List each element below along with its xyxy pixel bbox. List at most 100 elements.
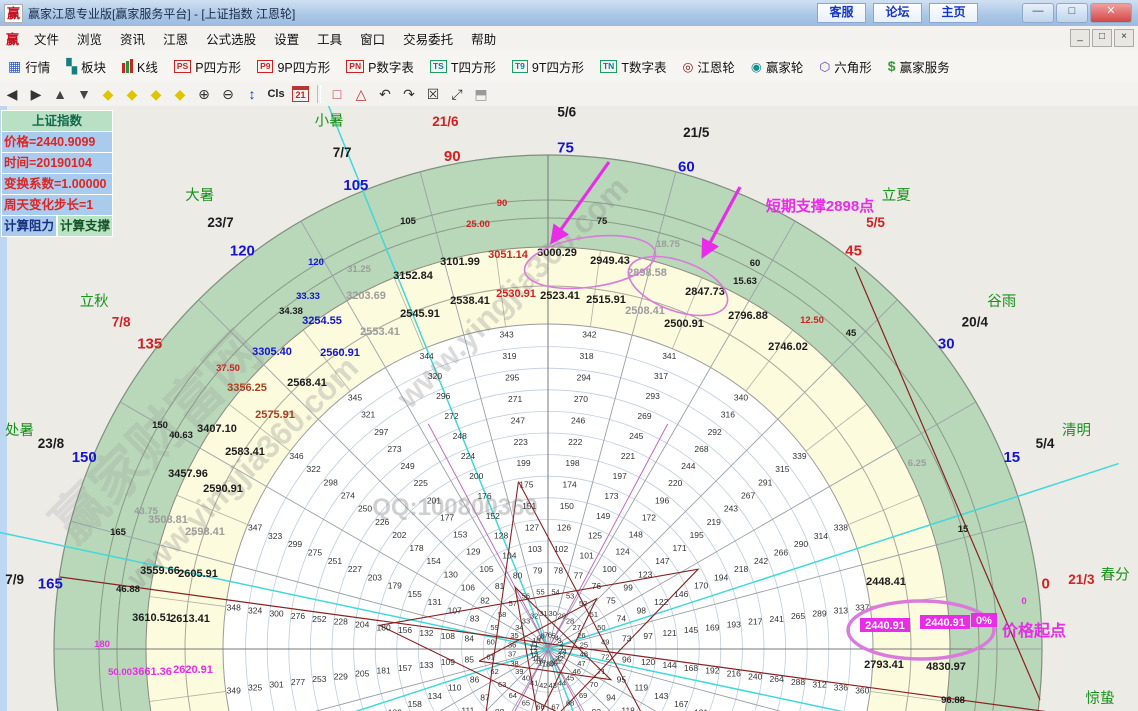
mdi-close-button[interactable]: ×	[1114, 29, 1134, 47]
menu-item-交易委托[interactable]: 交易委托	[394, 26, 462, 51]
svg-text:2598.41: 2598.41	[185, 526, 225, 538]
svg-text:25: 25	[580, 640, 588, 649]
toolbar2-down-triangle-icon[interactable]: ▼	[72, 84, 96, 104]
mdi-restore-button[interactable]: □	[1092, 29, 1112, 47]
toolbar2-screen-icon[interactable]: ⬒	[469, 84, 493, 104]
toolbar-button-T数字表[interactable]: TNT数字表	[592, 54, 674, 79]
toolbar-button-P四方形[interactable]: PSP四方形	[166, 54, 249, 79]
menu-item-工具[interactable]: 工具	[308, 26, 351, 51]
toolbar2-rotate-cw-icon[interactable]: ↷	[397, 84, 421, 104]
toolbar2-box-x-icon[interactable]: ☒	[421, 84, 445, 104]
titlebar-button-论坛[interactable]: 论坛	[873, 3, 922, 23]
svg-text:103: 103	[528, 544, 542, 554]
svg-text:2605.91: 2605.91	[178, 568, 218, 580]
toolbar2-zoom-in-icon[interactable]: ⊕	[192, 84, 216, 104]
svg-text:152: 152	[486, 511, 500, 521]
toolbar2-updown-arrows-icon[interactable]: ↕	[240, 84, 264, 104]
T9-icon: T9	[512, 60, 528, 73]
svg-text:98: 98	[637, 605, 647, 615]
toolbar2-zoom-out-icon[interactable]: ⊖	[216, 84, 240, 104]
svg-text:2538.41: 2538.41	[450, 295, 490, 307]
menu-item-窗口[interactable]: 窗口	[351, 26, 394, 51]
titlebar-button-客服[interactable]: 客服	[817, 3, 866, 23]
svg-text:314: 314	[814, 531, 828, 541]
close-button[interactable]: ✕	[1090, 3, 1132, 23]
menu-item-文件[interactable]: 文件	[25, 26, 68, 51]
svg-text:344: 344	[420, 351, 434, 361]
svg-text:61: 61	[487, 653, 495, 662]
toolbar2-prev-icon[interactable]: ◀	[0, 84, 24, 104]
menu-item-公式选股[interactable]: 公式选股	[197, 26, 265, 51]
toolbar2-cls-button[interactable]: Cls	[264, 84, 288, 104]
svg-text:119: 119	[635, 683, 649, 693]
svg-text:78: 78	[554, 565, 564, 575]
svg-text:小暑: 小暑	[315, 113, 344, 130]
panel-row-3: 周天变化步长=1	[1, 194, 113, 215]
svg-text:2793.41: 2793.41	[864, 659, 904, 671]
toolbar-button-label: P数字表	[368, 57, 414, 76]
menu-item-江恩[interactable]: 江恩	[154, 26, 197, 51]
svg-text:219: 219	[707, 517, 721, 527]
svg-text:105: 105	[343, 177, 368, 194]
svg-text:173: 173	[604, 491, 618, 501]
svg-text:54: 54	[551, 588, 559, 597]
toolbar2-diamond-down-icon[interactable]: ◆	[168, 84, 192, 104]
toolbar2-triangle-tool-icon[interactable]: △	[349, 84, 373, 104]
toolbar2-up-triangle-icon[interactable]: ▲	[48, 84, 72, 104]
toolbar2-square-tool-icon[interactable]: □	[325, 84, 349, 104]
toolbar2-diamond-up-icon[interactable]: ◆	[144, 84, 168, 104]
svg-text:79: 79	[533, 565, 543, 575]
svg-text:109: 109	[441, 657, 455, 667]
toolbar-button-赢家轮[interactable]: ◉赢家轮	[743, 54, 811, 79]
svg-text:339: 339	[792, 451, 806, 461]
toolbar2-calendar-icon[interactable]: 21	[292, 86, 309, 102]
toolbar-button-T四方形[interactable]: TST四方形	[422, 54, 504, 79]
svg-text:360: 360	[855, 685, 869, 695]
menu-item-资讯[interactable]: 资讯	[111, 26, 154, 51]
svg-text:2575.91: 2575.91	[255, 409, 295, 421]
svg-text:348: 348	[227, 603, 241, 613]
svg-text:28: 28	[566, 616, 574, 625]
drawing-toolbar: ◀▶▲▼◆◆◆◆⊕⊖↕Cls21□△↶↷☒⤢⬒	[0, 82, 1138, 107]
svg-text:246: 246	[571, 415, 585, 425]
menu-item-帮助[interactable]: 帮助	[462, 26, 505, 51]
toolbar-button-行情[interactable]: ▦行情	[0, 54, 58, 79]
toolbar-button-江恩轮[interactable]: ◎江恩轮	[674, 54, 742, 79]
calc-resistance-button[interactable]: 计算阻力	[1, 215, 57, 237]
calc-support-button[interactable]: 计算支撑	[57, 215, 113, 237]
toolbar-button-9P四方形[interactable]: P99P四方形	[249, 54, 338, 79]
svg-text:21/3: 21/3	[1068, 572, 1095, 587]
svg-text:60: 60	[487, 637, 495, 646]
svg-text:2530.91: 2530.91	[496, 288, 536, 300]
menu-item-浏览[interactable]: 浏览	[68, 26, 111, 51]
toolbar-button-K线[interactable]: K线	[114, 54, 166, 79]
svg-text:340: 340	[734, 393, 748, 403]
toolbar2-next-icon[interactable]: ▶	[24, 84, 48, 104]
svg-text:269: 269	[637, 411, 651, 421]
svg-text:75: 75	[597, 216, 608, 227]
gann-wheel-svg[interactable]: 赢家财富网www.yingjia360.comwww.yingjia360.co…	[0, 106, 1138, 711]
gann-wheel-chart[interactable]: 赢家财富网www.yingjia360.comwww.yingjia360.co…	[0, 106, 1138, 711]
panel-row-0: 价格=2440.9099	[1, 131, 113, 152]
toolbar2-shrink-icon[interactable]: ⤢	[445, 84, 469, 104]
toolbar-button-label: 9P四方形	[277, 57, 330, 76]
toolbar-button-赢家服务[interactable]: $赢家服务	[880, 54, 958, 79]
toolbar-button-板块[interactable]: ▚板块	[58, 54, 114, 79]
titlebar-button-主页[interactable]: 主页	[929, 3, 978, 23]
mdi-minimize-button[interactable]: _	[1070, 29, 1090, 47]
svg-text:153: 153	[453, 530, 467, 540]
svg-text:102: 102	[554, 544, 568, 554]
toolbar-button-六角形[interactable]: ⬡六角形	[811, 54, 879, 79]
maximize-button[interactable]: □	[1056, 3, 1088, 23]
toolbar-button-9T四方形[interactable]: T99T四方形	[504, 54, 592, 79]
toolbar2-diamond-right-icon[interactable]: ◆	[120, 84, 144, 104]
svg-text:41: 41	[530, 678, 538, 687]
toolbar2-rotate-ccw-icon[interactable]: ↶	[373, 84, 397, 104]
svg-text:217: 217	[748, 617, 762, 627]
svg-text:273: 273	[387, 444, 401, 454]
toolbar-button-P数字表[interactable]: PNP数字表	[338, 54, 422, 79]
minimize-button[interactable]: —	[1022, 3, 1054, 23]
menu-item-设置[interactable]: 设置	[265, 26, 308, 51]
toolbar2-diamond-left-icon[interactable]: ◆	[96, 84, 120, 104]
svg-text:169: 169	[705, 622, 719, 632]
